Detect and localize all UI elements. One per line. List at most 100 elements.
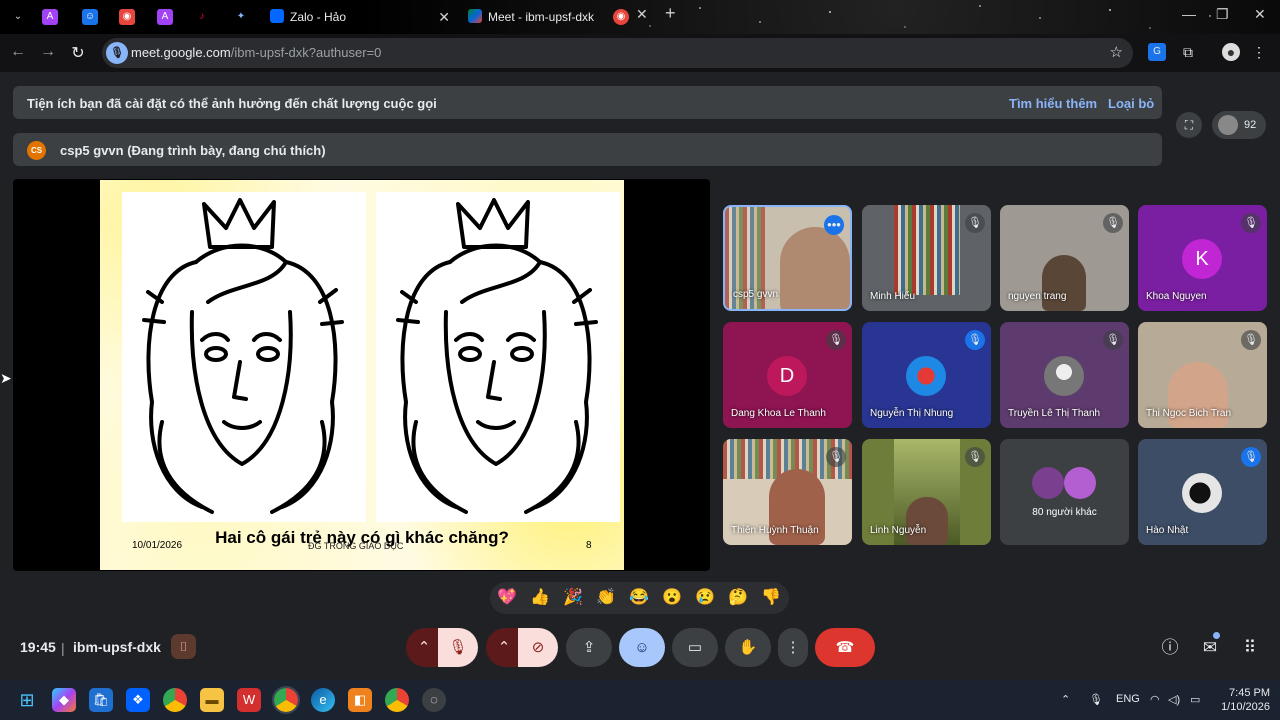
- menu-kebab-icon[interactable]: ⋮: [1250, 43, 1268, 61]
- video-options-button[interactable]: ⌃: [486, 628, 522, 667]
- gemini-tab-icon[interactable]: ✦: [233, 9, 249, 25]
- wifi-icon[interactable]: ◠: [1150, 693, 1160, 706]
- chrome-profile-icon[interactable]: [385, 688, 409, 712]
- participant-tile[interactable]: K 🎙 Khoa Nguyen: [1138, 205, 1267, 311]
- party-popper-reaction[interactable]: 🎉: [561, 587, 585, 609]
- mic-off-icon: 🎙: [1103, 330, 1123, 350]
- meet-favicon-icon: [468, 9, 482, 23]
- chat-icon[interactable]: ✉: [1199, 637, 1221, 659]
- captions-button[interactable]: ▭: [672, 628, 718, 667]
- camera-toggle-button[interactable]: ⊘: [518, 628, 558, 667]
- thumbs-down-reaction[interactable]: 👎: [759, 587, 783, 609]
- recording-tab-icon[interactable]: ◉: [613, 9, 629, 25]
- url-text[interactable]: meet.google.com/ibm-upsf-dxk?authuser=0: [131, 45, 381, 60]
- reactions-button[interactable]: ☺: [619, 628, 665, 667]
- volume-icon[interactable]: ◁): [1168, 693, 1180, 706]
- recorder-icon[interactable]: ◌: [422, 688, 446, 712]
- new-tab-icon[interactable]: +: [665, 3, 676, 24]
- others-tile[interactable]: 80 người khác: [1000, 439, 1129, 545]
- tab-zalo[interactable]: Zalo - Hảo ✕: [270, 4, 450, 30]
- tray-overflow-icon[interactable]: ⌃: [1061, 693, 1070, 706]
- tab-favicon-pinned-1[interactable]: A: [42, 9, 58, 25]
- reload-icon[interactable]: ↻: [68, 43, 88, 63]
- tiktok-tab-icon[interactable]: ♪: [194, 9, 210, 25]
- participant-count-pill[interactable]: 92: [1212, 111, 1266, 139]
- dropbox-icon[interactable]: ❖: [126, 688, 150, 712]
- dismiss-button[interactable]: Loại bỏ: [1108, 96, 1154, 111]
- mic-toggle-button[interactable]: 🎙: [438, 628, 478, 667]
- leave-call-button[interactable]: ☎: [815, 628, 875, 667]
- participant-tile[interactable]: D 🎙 Dang Khoa Le Thanh: [723, 322, 852, 428]
- mic-off-icon: 🎙: [1103, 213, 1123, 233]
- copilot-icon[interactable]: ◆: [52, 688, 76, 712]
- zalo-favicon-icon: [270, 9, 284, 23]
- avatar: K: [1182, 239, 1222, 279]
- raise-hand-button[interactable]: ✋: [725, 628, 771, 667]
- minimize-icon[interactable]: —: [1182, 6, 1196, 22]
- profile-avatar-icon[interactable]: ●: [1222, 43, 1240, 61]
- laughing-reaction[interactable]: 😂: [627, 587, 651, 609]
- participant-tile[interactable]: 🎙 Hào Nhật: [1138, 439, 1267, 545]
- participant-tile[interactable]: 🎙 Nguyễn Thị Nhung: [862, 322, 991, 428]
- participant-tile[interactable]: 🎙 nguyen trang: [1000, 205, 1129, 311]
- thinking-reaction[interactable]: 🤔: [726, 587, 750, 609]
- surprised-reaction[interactable]: 😮: [660, 587, 684, 609]
- restore-icon[interactable]: ❐: [1216, 6, 1229, 23]
- chat-notification-dot: [1213, 632, 1220, 639]
- presenter-banner: CS csp5 gvvn (Đang trình bày, đang chú t…: [13, 133, 1162, 166]
- mic-off-icon: 🎙: [965, 213, 985, 233]
- sparkling-heart-reaction[interactable]: 💖: [495, 587, 519, 609]
- windows-start-icon[interactable]: ⊞: [15, 688, 39, 712]
- participant-tile[interactable]: 🎙 Thi Ngoc Bich Tran: [1138, 322, 1267, 428]
- learn-more-link[interactable]: Tìm hiểu thêm: [1009, 96, 1097, 111]
- site-info-icon[interactable]: 🎙: [106, 42, 128, 64]
- file-explorer-icon[interactable]: ▬: [200, 688, 224, 712]
- close-window-icon[interactable]: ✕: [1254, 6, 1266, 23]
- bookmark-star-icon[interactable]: ☆: [1110, 43, 1123, 61]
- audio-options-button[interactable]: ⌃: [406, 628, 442, 667]
- participant-tile[interactable]: ••• csp5 gvvn: [723, 205, 852, 311]
- host-controls-icon[interactable]: ⌷: [171, 634, 196, 659]
- present-screen-button[interactable]: ⇪: [566, 628, 612, 667]
- clapping-reaction[interactable]: 👏: [594, 587, 618, 609]
- hang-up-icon: ☎: [835, 639, 855, 656]
- more-options-button[interactable]: ⋮: [778, 628, 808, 667]
- language-indicator[interactable]: ENG: [1116, 693, 1140, 705]
- tab-list-chevron-icon[interactable]: ⌄: [10, 9, 26, 25]
- layout-off-icon[interactable]: ⛶: [1176, 112, 1202, 138]
- tab-favicon-pinned-3[interactable]: ◉: [119, 9, 135, 25]
- translate-icon[interactable]: G: [1148, 43, 1166, 61]
- microphone-tray-icon[interactable]: 🎙: [1089, 693, 1103, 706]
- chevron-up-icon: ⌃: [497, 639, 511, 656]
- tab-favicon-pinned-2[interactable]: ☺: [82, 9, 98, 25]
- wps-office-icon[interactable]: W: [237, 688, 261, 712]
- store-icon[interactable]: 🛍: [89, 688, 113, 712]
- extensions-icon[interactable]: ⧉: [1179, 43, 1197, 61]
- chrome-icon[interactable]: [163, 688, 187, 712]
- participant-tile[interactable]: 🎙 Minh Hiếu: [862, 205, 991, 311]
- mic-off-icon: 🎙: [826, 447, 846, 467]
- participant-video: [780, 227, 850, 309]
- mic-off-icon: 🎙: [448, 639, 468, 656]
- activities-grid-icon[interactable]: ⠿: [1239, 637, 1261, 659]
- meeting-info-icon[interactable]: ⓘ: [1159, 637, 1181, 659]
- edge-icon[interactable]: e: [311, 688, 335, 712]
- app-icon[interactable]: ◧: [348, 688, 372, 712]
- thumbs-up-reaction[interactable]: 👍: [528, 587, 552, 609]
- participant-tile[interactable]: 🎙 Truyền Lê Thị Thanh: [1000, 322, 1129, 428]
- tab-favicon-pinned-4[interactable]: A: [157, 9, 173, 25]
- address-bar[interactable]: 🎙 meet.google.com/ibm-upsf-dxk?authuser=…: [102, 38, 1133, 68]
- close-tab-icon[interactable]: ✕: [438, 4, 450, 30]
- forward-icon[interactable]: →: [38, 43, 58, 61]
- more-options-icon[interactable]: •••: [824, 215, 844, 235]
- close-tab-icon[interactable]: ✕: [636, 6, 648, 23]
- system-clock[interactable]: 7:45 PM 1/10/2026: [1214, 686, 1270, 714]
- chrome-active-icon[interactable]: [272, 686, 300, 714]
- crying-reaction[interactable]: 😢: [693, 587, 717, 609]
- participant-tile[interactable]: 🎙 Linh Nguyễn: [862, 439, 991, 545]
- back-icon[interactable]: ←: [8, 43, 28, 61]
- hand-icon: ✋: [738, 639, 758, 656]
- battery-icon[interactable]: ▭: [1190, 693, 1200, 706]
- speaking-indicator-icon: 🎙: [1241, 447, 1261, 467]
- participant-tile[interactable]: 🎙 Thiên Huỳnh Thuận: [723, 439, 852, 545]
